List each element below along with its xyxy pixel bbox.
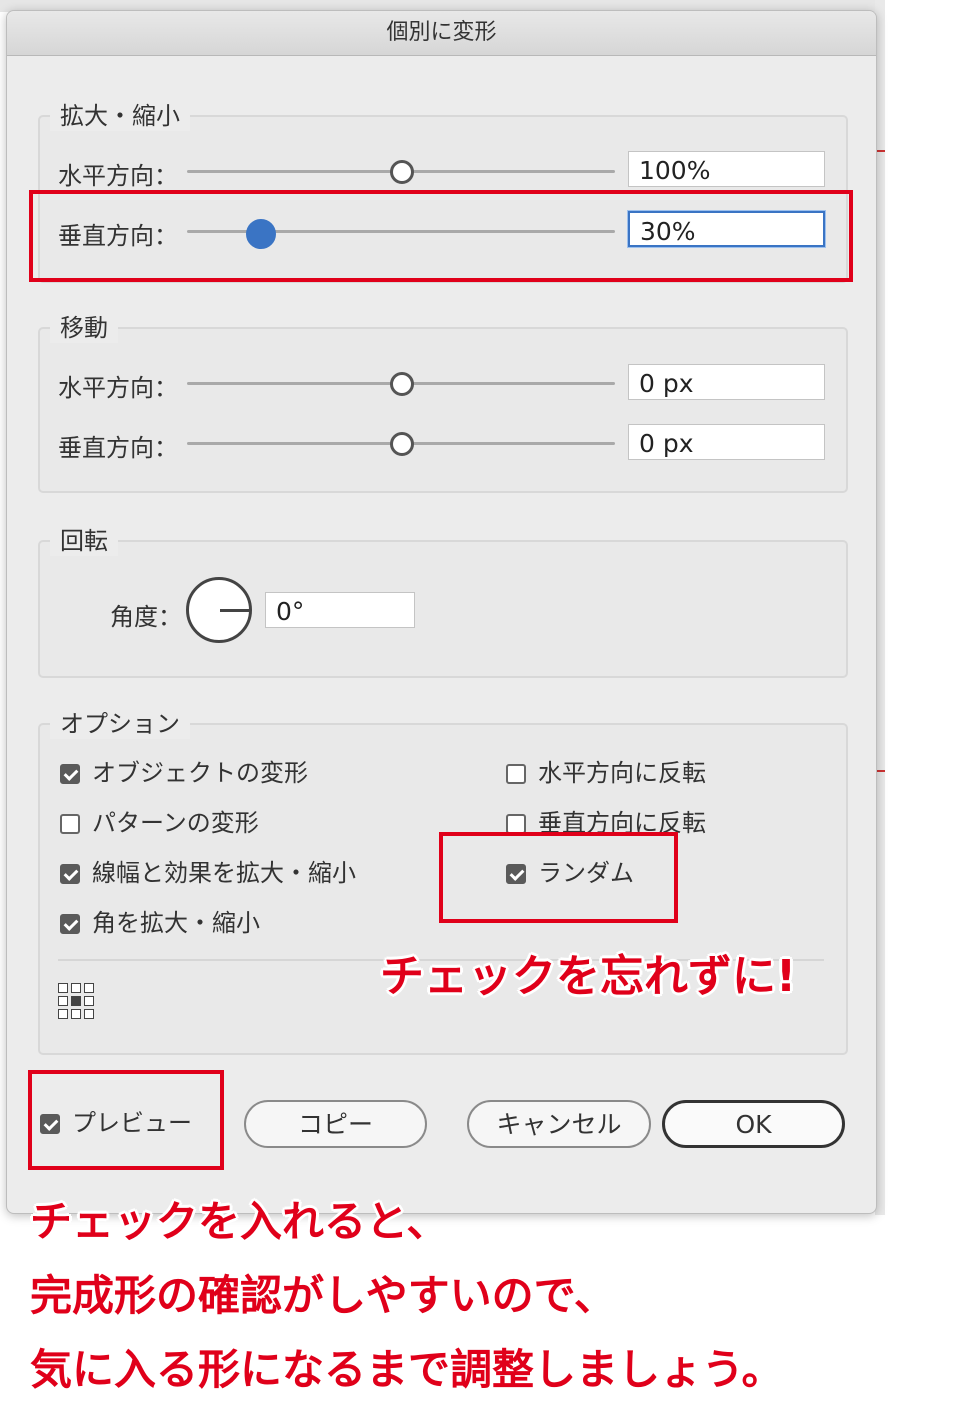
transform-objects-checkbox[interactable] <box>60 764 80 784</box>
vertical-scale-highlight <box>29 190 853 282</box>
option-transform-objects[interactable]: オブジェクトの変形 <box>60 758 308 788</box>
scale-horizontal-slider-knob[interactable] <box>390 160 414 184</box>
preview-annotation-line1: チェックを入れると、 <box>30 1197 449 1246</box>
move-vertical-slider-knob[interactable] <box>390 432 414 456</box>
option-reflect-x[interactable]: 水平方向に反転 <box>506 758 706 788</box>
option-label: パターンの変形 <box>92 809 259 837</box>
option-scale-strokes-effects[interactable]: 線幅と効果を拡大・縮小 <box>60 858 356 888</box>
background-app-guide <box>877 770 885 772</box>
transform-patterns-checkbox[interactable] <box>60 814 80 834</box>
move-vertical-field[interactable]: 0 px <box>628 424 825 460</box>
preview-annotation-line2: 完成形の確認がしやすいので、 <box>30 1271 616 1320</box>
move-legend: 移動 <box>50 313 118 343</box>
reflect-y-checkbox[interactable] <box>506 814 526 834</box>
dialog-title: 個別に変形 <box>7 11 876 56</box>
random-annotation: チェックを忘れずに! <box>380 951 797 1002</box>
scale-corners-checkbox[interactable] <box>60 914 80 934</box>
option-label: 角を拡大・縮小 <box>92 909 260 937</box>
angle-label: 角度： <box>110 603 182 631</box>
reference-point-icon[interactable] <box>58 983 94 1019</box>
random-highlight <box>439 832 678 923</box>
cancel-button[interactable]: キャンセル <box>467 1100 651 1148</box>
move-vertical-label: 垂直方向： <box>58 434 178 462</box>
move-horizontal-slider-knob[interactable] <box>390 372 414 396</box>
ok-button[interactable]: OK <box>662 1100 845 1148</box>
copy-button[interactable]: コピー <box>244 1100 427 1148</box>
scale-legend: 拡大・縮小 <box>50 101 190 131</box>
move-horizontal-label: 水平方向： <box>58 374 178 402</box>
rotate-legend: 回転 <box>50 526 118 556</box>
option-label: 水平方向に反転 <box>538 759 706 787</box>
option-label: 線幅と効果を拡大・縮小 <box>92 859 356 887</box>
preview-highlight <box>28 1070 224 1170</box>
options-legend: オプション <box>50 709 190 739</box>
option-transform-patterns[interactable]: パターンの変形 <box>60 808 259 838</box>
move-group: 移動 <box>38 313 848 493</box>
option-label: オブジェクトの変形 <box>92 759 308 787</box>
scale-horizontal-field[interactable]: 100% <box>628 151 825 187</box>
angle-field[interactable]: 0° <box>265 592 415 628</box>
move-horizontal-field[interactable]: 0 px <box>628 364 825 400</box>
scale-horizontal-label: 水平方向： <box>58 162 178 190</box>
reflect-x-checkbox[interactable] <box>506 764 526 784</box>
background-app-guide <box>877 150 885 152</box>
preview-annotation-line3: 気に入る形になるまで調整しましょう。 <box>30 1345 784 1394</box>
option-scale-corners[interactable]: 角を拡大・縮小 <box>60 908 260 938</box>
angle-dial[interactable] <box>186 577 252 643</box>
scale-strokes-effects-checkbox[interactable] <box>60 864 80 884</box>
